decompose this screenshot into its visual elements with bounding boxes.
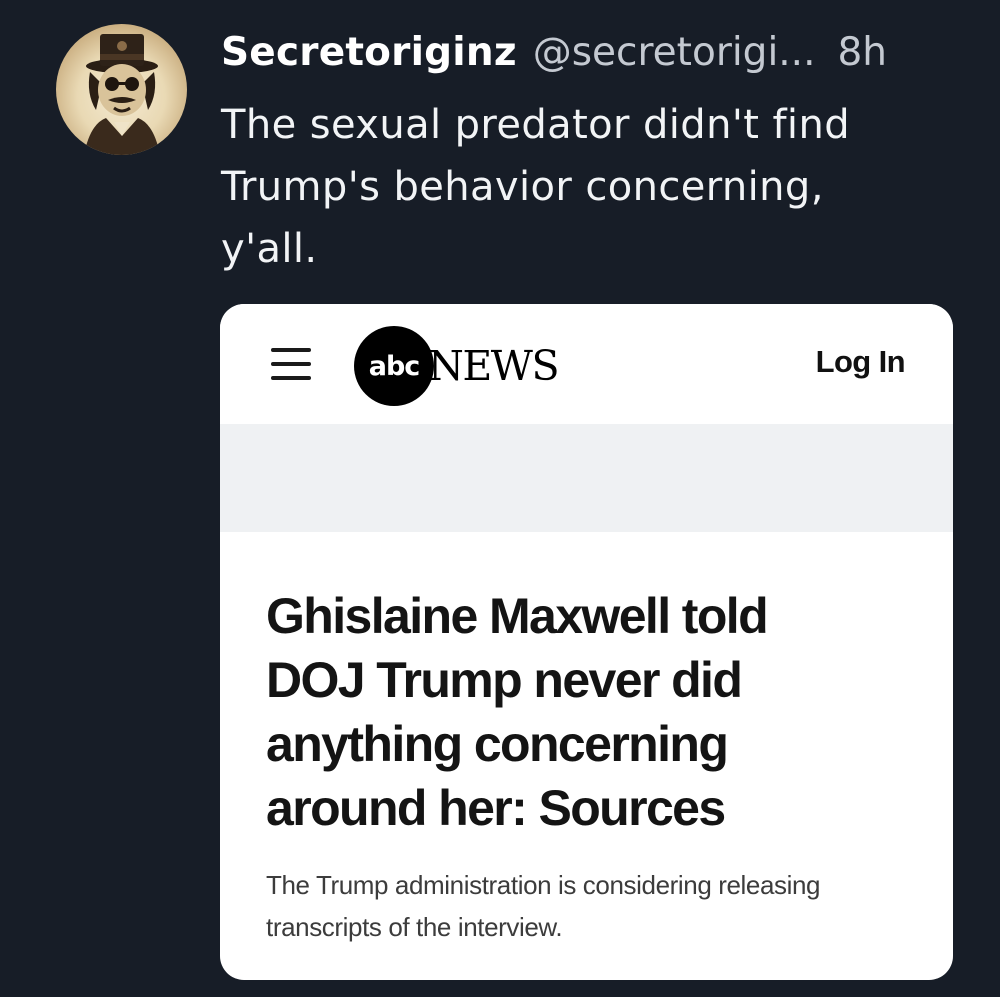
article-headline[interactable]: Ghislaine Maxwell told DOJ Trump never d… xyxy=(266,584,916,840)
tweet-text: The sexual predator didn't find Trump's … xyxy=(221,102,850,272)
ad-placeholder xyxy=(220,424,953,532)
news-wordmark: NEWS xyxy=(428,342,560,390)
tweet-header: Secretoriginz @secretorigi... 8h xyxy=(221,24,887,80)
tweet: Secretoriginz @secretorigi... 8h The sex… xyxy=(0,0,1000,997)
top-hat-figure-avatar-icon xyxy=(84,34,160,155)
hamburger-menu-icon[interactable] xyxy=(271,348,311,384)
user-handle[interactable]: @secretorigi... xyxy=(533,30,816,75)
link-preview-card[interactable]: abc NEWS Log In Ghislaine Maxwell told D… xyxy=(220,304,953,980)
log-in-button[interactable]: Log In xyxy=(816,344,906,380)
abc-news-navbar: abc NEWS Log In xyxy=(220,304,953,424)
abc-news-logo[interactable]: abc NEWS xyxy=(354,326,560,406)
timestamp[interactable]: 8h xyxy=(837,30,887,75)
display-name[interactable]: Secretoriginz xyxy=(221,30,517,75)
abc-logo-circle: abc xyxy=(354,326,434,406)
article-subheadline: The Trump administration is considering … xyxy=(266,870,821,942)
avatar[interactable] xyxy=(56,24,187,155)
